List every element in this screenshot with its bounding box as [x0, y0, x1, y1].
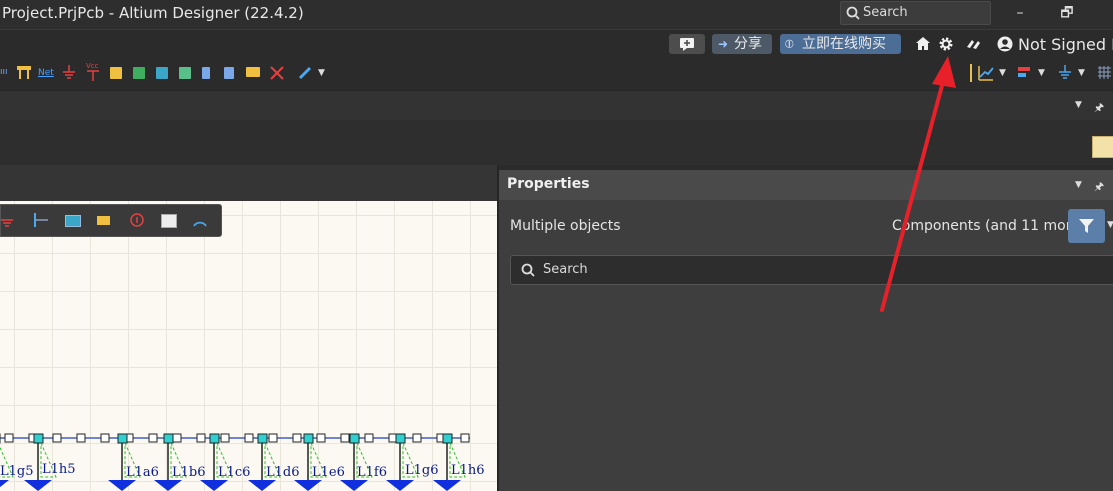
selection-summary: Multiple objects	[510, 218, 621, 234]
chevron-down-icon[interactable]: ▼	[999, 68, 1006, 78]
pad-square	[340, 433, 350, 443]
component-label[interactable]: L1c6	[218, 465, 250, 480]
chevron-down-icon[interactable]: ▼	[1075, 100, 1082, 110]
power-port-icon[interactable]	[1057, 64, 1073, 80]
comment-plus-icon	[680, 38, 694, 51]
annotation-arrow	[880, 56, 956, 312]
port-icon[interactable]	[97, 216, 110, 225]
toolbar-divider	[970, 64, 972, 82]
gear-icon[interactable]	[939, 37, 953, 51]
harness-entry-icon[interactable]	[224, 67, 234, 79]
chevron-down-icon[interactable]: ▼	[1078, 68, 1085, 78]
filter-icon	[1079, 219, 1094, 233]
pad-square	[412, 433, 422, 443]
share-arrow-icon: ➜	[718, 37, 729, 51]
component-symbol	[340, 433, 373, 491]
pad-square	[4, 433, 14, 443]
home-icon[interactable]	[916, 37, 930, 50]
sheet-entry-icon[interactable]	[156, 67, 168, 79]
component-symbol	[0, 433, 14, 488]
minimize-button[interactable]: –	[1005, 3, 1035, 23]
pad-square	[268, 433, 278, 443]
bus-icon[interactable]	[32, 212, 50, 228]
properties-search-placeholder: Search	[543, 262, 588, 277]
editor-tab-strip	[0, 165, 497, 201]
filter-button[interactable]	[1068, 209, 1105, 243]
pad-square	[76, 433, 86, 443]
search-label: Search	[863, 5, 908, 20]
pad-square	[148, 433, 158, 443]
search-icon	[521, 263, 535, 277]
pad-square	[460, 433, 470, 443]
sheet-symbol-icon[interactable]	[65, 215, 81, 227]
properties-title: Properties	[507, 176, 590, 192]
component-label[interactable]: L1e6	[312, 465, 345, 480]
pad-square	[292, 433, 302, 443]
ground-icon[interactable]	[1, 213, 17, 229]
window-title: Project.PrjPcb - Altium Designer (22.4.2…	[2, 4, 304, 22]
properties-header	[499, 170, 1113, 200]
bus-entry-icon[interactable]: ııı	[0, 67, 8, 77]
component-label[interactable]: L1h6	[451, 463, 485, 478]
pad-square	[196, 433, 206, 443]
vcc-label: Vcc	[86, 62, 99, 70]
buy-icon: ⦶	[785, 37, 794, 51]
pad-square	[220, 433, 230, 443]
component-symbol	[154, 433, 187, 491]
port-icon[interactable]	[246, 67, 260, 77]
pad-square	[364, 433, 374, 443]
vcc-power-icon[interactable]	[85, 70, 101, 82]
share-button[interactable]: ➜ 分享	[712, 34, 772, 54]
share-label: 分享	[734, 36, 762, 52]
restore-button[interactable]: 🗗	[1052, 3, 1082, 23]
chevron-down-icon[interactable]: ▼	[1075, 180, 1082, 190]
part-icon[interactable]	[110, 67, 122, 79]
net-label-icon[interactable]: Net	[38, 68, 54, 78]
properties-search[interactable]: Search	[510, 255, 1113, 285]
schematic-components	[0, 433, 470, 491]
harness-connector-icon[interactable]	[202, 67, 210, 79]
component-symbol	[200, 433, 233, 491]
ground-icon[interactable]	[61, 64, 77, 80]
component-symbol	[294, 433, 327, 491]
component-label[interactable]: L1a6	[126, 465, 159, 480]
pad-square	[172, 433, 182, 443]
text-frame-icon[interactable]	[161, 214, 177, 228]
component-label[interactable]: L1g6	[405, 463, 439, 478]
pad-square	[316, 433, 326, 443]
no-erc-icon[interactable]	[270, 66, 284, 80]
grid-icon[interactable]	[1097, 65, 1111, 79]
pad-square	[52, 433, 62, 443]
component-symbol	[108, 433, 141, 491]
harness-icon[interactable]	[16, 64, 32, 80]
active-bar	[0, 204, 222, 237]
component-label[interactable]: L1f6	[357, 465, 387, 480]
side-tab[interactable]	[1092, 136, 1113, 158]
pin-icon[interactable]: 🖈	[1094, 178, 1104, 197]
component-label[interactable]: L1b6	[172, 465, 206, 480]
pin-icon[interactable]: 🖈	[1094, 99, 1104, 118]
pad-square	[100, 433, 110, 443]
device-sheet-icon[interactable]	[179, 67, 191, 79]
chart-icon[interactable]	[977, 64, 995, 82]
account-label[interactable]: Not Signed In	[1018, 35, 1113, 54]
pencil-icon[interactable]	[298, 66, 312, 80]
global-search-box[interactable]: Search	[840, 1, 991, 25]
chevron-down-icon[interactable]: ▼	[318, 68, 325, 78]
component-label[interactable]: L1g5	[0, 464, 34, 479]
comment-button[interactable]	[669, 34, 705, 54]
component-symbol	[248, 433, 281, 491]
status-icon[interactable]	[965, 37, 981, 51]
arc-icon[interactable]	[192, 212, 208, 228]
chevron-down-icon[interactable]: ▼	[1107, 220, 1113, 230]
component-label[interactable]: L1d6	[266, 465, 300, 480]
user-icon[interactable]	[997, 36, 1013, 52]
component-label[interactable]: L1h5	[42, 462, 76, 477]
chevron-down-icon[interactable]: ▼	[1038, 68, 1045, 78]
info-icon[interactable]	[129, 212, 145, 228]
search-icon	[846, 6, 860, 20]
pad-square	[244, 433, 254, 443]
align-icon[interactable]	[1016, 65, 1032, 81]
sheet-symbol-icon[interactable]	[133, 67, 145, 79]
